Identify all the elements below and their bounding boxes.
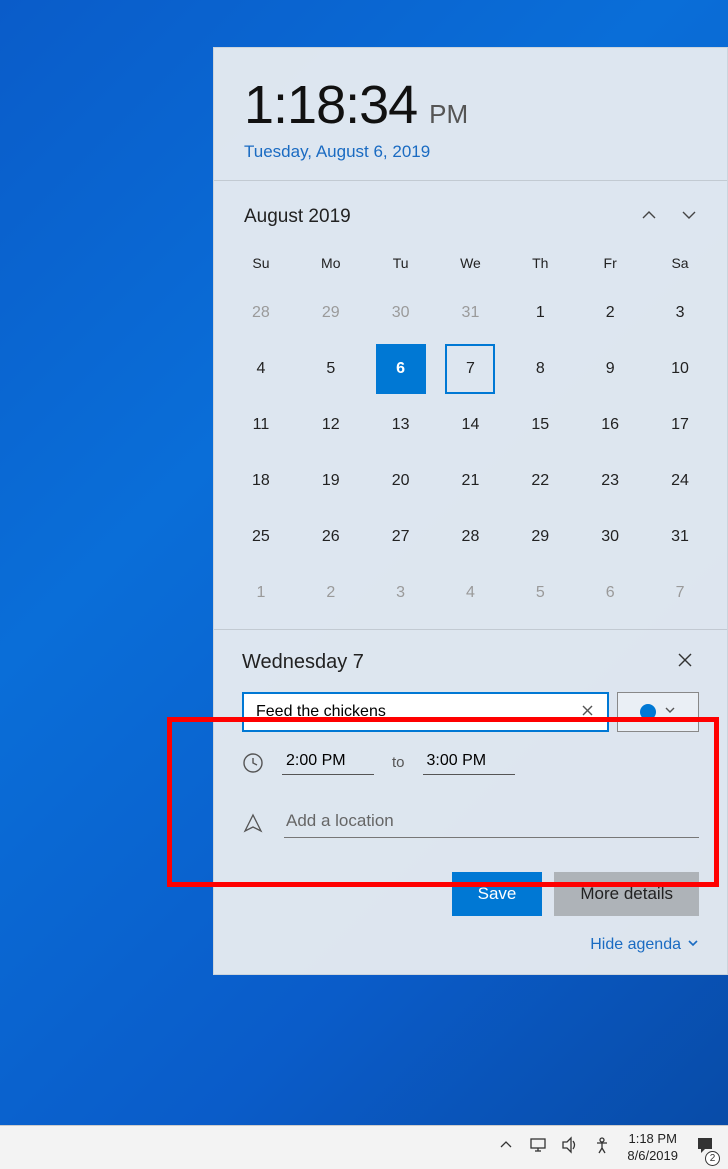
weekday-header: Su: [226, 245, 296, 285]
clock-icon: [242, 752, 264, 774]
weekday-header: Sa: [645, 245, 715, 285]
tray-date: 8/6/2019: [627, 1148, 678, 1164]
calendar-day[interactable]: 13: [366, 397, 436, 453]
calendar-day[interactable]: 3: [366, 565, 436, 621]
calendar-day[interactable]: 6: [575, 565, 645, 621]
calendar-day[interactable]: 11: [226, 397, 296, 453]
tray-volume-button[interactable]: [555, 1126, 585, 1169]
calendar-day[interactable]: 26: [296, 509, 366, 565]
chevron-down-icon: [681, 207, 697, 228]
start-time-input[interactable]: [282, 750, 374, 775]
tray-time: 1:18 PM: [627, 1131, 678, 1147]
calendar-day[interactable]: 25: [226, 509, 296, 565]
calendar-day[interactable]: 30: [575, 509, 645, 565]
calendar-day[interactable]: 17: [645, 397, 715, 453]
calendar-day[interactable]: 9: [575, 341, 645, 397]
chevron-up-icon: [499, 1138, 513, 1157]
calendar-day[interactable]: 28: [436, 509, 506, 565]
tray-overflow-button[interactable]: [491, 1126, 521, 1169]
calendar-day[interactable]: 30: [366, 285, 436, 341]
calendar-day[interactable]: 4: [226, 341, 296, 397]
notification-badge: 2: [705, 1151, 720, 1166]
calendar-day[interactable]: 14: [436, 397, 506, 453]
calendar-day[interactable]: 10: [645, 341, 715, 397]
calendar-day[interactable]: 29: [296, 285, 366, 341]
time-to-label: to: [392, 754, 405, 771]
calendar-grid: SuMoTuWeThFrSa 2829303112345678910111213…: [214, 245, 727, 629]
chevron-down-icon: [664, 703, 676, 721]
calendar-day[interactable]: 18: [226, 453, 296, 509]
calendar-color-picker[interactable]: [617, 692, 699, 732]
weekday-header: We: [436, 245, 506, 285]
location-input[interactable]: [284, 807, 699, 838]
weekday-header: Th: [505, 245, 575, 285]
calendar-day[interactable]: 15: [505, 397, 575, 453]
clock-time: 1:18:34: [244, 74, 417, 136]
calendar-day[interactable]: 6: [366, 341, 436, 397]
tray-network-button[interactable]: [523, 1126, 553, 1169]
calendar-day[interactable]: 22: [505, 453, 575, 509]
calendar-day[interactable]: 23: [575, 453, 645, 509]
chevron-down-icon: [687, 936, 699, 954]
close-icon: [678, 653, 692, 672]
next-month-button[interactable]: [669, 197, 709, 237]
calendar-day[interactable]: 1: [505, 285, 575, 341]
close-icon: [582, 703, 593, 721]
weekday-header: Mo: [296, 245, 366, 285]
calendar-day[interactable]: 8: [505, 341, 575, 397]
chevron-up-icon: [641, 207, 657, 228]
calendar-day[interactable]: 7: [645, 565, 715, 621]
calendar-day[interactable]: 16: [575, 397, 645, 453]
event-title-input[interactable]: [256, 703, 575, 721]
speaker-icon: [561, 1136, 579, 1159]
save-button[interactable]: Save: [452, 872, 543, 916]
calendar-day[interactable]: 31: [436, 285, 506, 341]
calendar-day[interactable]: 24: [645, 453, 715, 509]
monitor-icon: [529, 1136, 547, 1159]
selected-day-label: Wednesday 7: [242, 651, 671, 674]
calendar-day[interactable]: 31: [645, 509, 715, 565]
event-title-field-wrapper: [242, 692, 609, 732]
calendar-day[interactable]: 19: [296, 453, 366, 509]
month-label[interactable]: August 2019: [244, 206, 629, 228]
calendar-day[interactable]: 2: [575, 285, 645, 341]
prev-month-button[interactable]: [629, 197, 669, 237]
tray-ease-of-access-button[interactable]: [587, 1126, 617, 1169]
close-event-button[interactable]: [671, 648, 699, 676]
event-section: Wednesday 7 to: [214, 630, 727, 785]
clear-title-button[interactable]: [575, 703, 599, 721]
taskbar: 1:18 PM 8/6/2019 2: [0, 1125, 728, 1169]
clock-date-link[interactable]: Tuesday, August 6, 2019: [244, 142, 697, 162]
calendar-day[interactable]: 21: [436, 453, 506, 509]
calendar-day[interactable]: 2: [296, 565, 366, 621]
more-details-button[interactable]: More details: [554, 872, 699, 916]
tray-clock[interactable]: 1:18 PM 8/6/2019: [619, 1131, 686, 1164]
calendar-day[interactable]: 5: [296, 341, 366, 397]
calendar-day[interactable]: 29: [505, 509, 575, 565]
calendar-day[interactable]: 28: [226, 285, 296, 341]
calendar-day[interactable]: 1: [226, 565, 296, 621]
calendar-day[interactable]: 3: [645, 285, 715, 341]
tray-notifications-button[interactable]: 2: [688, 1126, 722, 1169]
calendar-day[interactable]: 7: [436, 341, 506, 397]
calendar-day[interactable]: 4: [436, 565, 506, 621]
hide-agenda-label: Hide agenda: [590, 936, 681, 954]
calendar-day[interactable]: 27: [366, 509, 436, 565]
calendar-flyout: 1:18:34 PM Tuesday, August 6, 2019 Augus…: [213, 47, 728, 975]
clock-ampm: PM: [429, 99, 468, 130]
calendar-day[interactable]: 20: [366, 453, 436, 509]
calendar-color-dot-icon: [640, 704, 656, 720]
calendar-day[interactable]: 12: [296, 397, 366, 453]
hide-agenda-link[interactable]: Hide agenda: [590, 936, 699, 954]
end-time-input[interactable]: [423, 750, 515, 775]
location-icon: [242, 812, 264, 834]
weekday-header: Tu: [366, 245, 436, 285]
clock-section: 1:18:34 PM Tuesday, August 6, 2019: [214, 48, 727, 180]
weekday-header: Fr: [575, 245, 645, 285]
calendar-day[interactable]: 5: [505, 565, 575, 621]
accessibility-icon: [593, 1136, 611, 1159]
